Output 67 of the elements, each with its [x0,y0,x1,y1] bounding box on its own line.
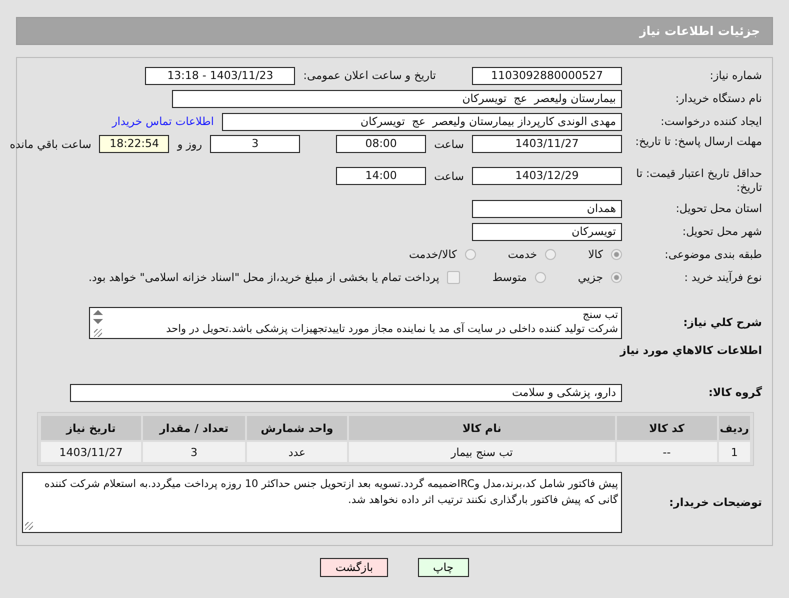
table-cell: 3 [143,442,245,462]
field-label: شرح کلي نیاز: [682,316,763,330]
print-button[interactable]: چاپ [418,558,469,577]
table-cell: تب سنج بیمار [349,442,615,462]
text-field[interactable]: مهدی الوندی کارپرداز بیمارستان ولیعصر عج تویسرکان [222,112,622,130]
resize-grip-icon[interactable] [94,329,102,337]
scroll-arrows-icon[interactable] [92,309,104,325]
radio-button[interactable] [611,272,622,283]
field-label: تاریخ و ساعت اعلان عمومی: [303,69,436,82]
contact-link[interactable]: اطلاعات تماس خریدار [112,115,214,128]
radio-button[interactable] [545,249,556,260]
field-label: استان محل تحویل: [674,202,763,216]
description-text: تب سنج [582,308,618,322]
text-field[interactable]: 1403/11/23 - 13:18 [145,66,296,84]
column-header: واحد شمارش [247,416,347,440]
option-label: جزیي [578,271,603,284]
description-field[interactable]: تب سنج شرکت تولید کننده داخلی در سایت آی مد یا نماینده مجاز مورد تاییدتجهیزات پزشکی باشد.تحویل در واحد [89,307,622,339]
field-label: ساعت [434,138,464,150]
field-label: نام دستگاه خریدار: [674,92,763,106]
countdown-field[interactable]: 18:22:54 [99,135,170,153]
field-label: گروه کالا: [707,386,763,400]
column-header: کد کالا [616,416,717,440]
column-header: ردیف [718,416,750,440]
field-label: حداقل تاریخ اعتبار قیمت: تا تاریخ: [635,167,763,195]
field-label: ساعت [434,170,464,182]
text-field[interactable]: 3 [210,135,300,153]
radio-button[interactable] [611,249,622,260]
back-button[interactable]: بازگشت [320,558,388,577]
field-label: شماره نیاز: [708,68,763,82]
field-label: توضیحات خریدار: [668,496,763,510]
text-field[interactable]: 1103092880000527 [472,66,622,84]
text-field[interactable]: تویسرکان [472,222,622,240]
text-field[interactable]: 14:00 [336,167,426,185]
field-label: ایجاد کننده درخواست: [660,114,763,128]
table-cell: -- [616,442,717,462]
table-cell: 1403/11/27 [41,442,141,462]
resize-grip-icon[interactable] [25,522,33,530]
option-label: متوسط [492,271,527,284]
field-label: ساعت باقي مانده [10,138,92,150]
text-field[interactable]: همدان [472,200,622,218]
description-text: شرکت تولید کننده داخلی در سایت آی مد یا نماینده مجاز مورد تاییدتجهیزات پزشکی باشد.تحویل در واحد [165,322,618,336]
text-field[interactable]: 1403/12/29 [472,167,622,185]
text-field[interactable]: بیمارستان ولیعصر عج تویسرکان [172,90,622,108]
field-label: مهلت ارسال پاسخ: تا تاریخ: [634,135,763,149]
checkbox-label: پرداخت تمام یا بخشی از مبلغ خرید،از محل "اسناد خزانه اسلامی" خواهد بود. [88,271,440,284]
section-title: اطلاعات کالاهاي مورد نیاز [618,343,762,359]
text-field[interactable]: 1403/11/27 [472,135,622,153]
field-label: نوع فرآیند خرید : [683,270,763,284]
field-label: روز و [177,138,202,150]
notes-text: پیش فاکتور شامل کد،برند،مدل وIRCضمیمه گردد.تسویه بعد ازتحویل جنس حداکثر 10 روزه پرداخت میگردد.به استعلام شرکت کننده گانی که پیش فاکتور بارگذاری نکنند ترتیب اثر داده نخواهد شد. [43,476,618,508]
option-label: کالا/خدمت [409,248,457,261]
table-cell: 1 [718,442,750,462]
text-field[interactable]: 08:00 [336,135,426,153]
text-field[interactable]: دارو، پزشکی و سلامت [70,384,622,402]
checkbox[interactable] [447,271,460,284]
option-label: کالا [588,248,603,261]
notes-field[interactable]: پیش فاکتور شامل کد،برند،مدل وIRCضمیمه گردد.تسویه بعد ازتحویل جنس حداکثر 10 روزه پرداخت میگردد.به استعلام شرکت کننده گانی که پیش فاکتور بارگذاری نکنند ترتیب اثر داده نخواهد شد. [22,472,622,533]
option-label: خدمت [508,248,538,261]
column-header: تاریخ نیاز [41,416,141,440]
table-cell: عدد [247,442,347,462]
radio-button[interactable] [464,249,476,260]
field-label: طبقه بندی موضوعی: [664,248,763,262]
radio-button[interactable] [534,272,546,283]
page-title: جزئیات اطلاعات نیاز [639,24,760,38]
field-label: شهر محل تحویل: [681,224,763,238]
column-header: تعداد / مقدار [143,416,245,440]
column-header: نام کالا [349,416,615,440]
